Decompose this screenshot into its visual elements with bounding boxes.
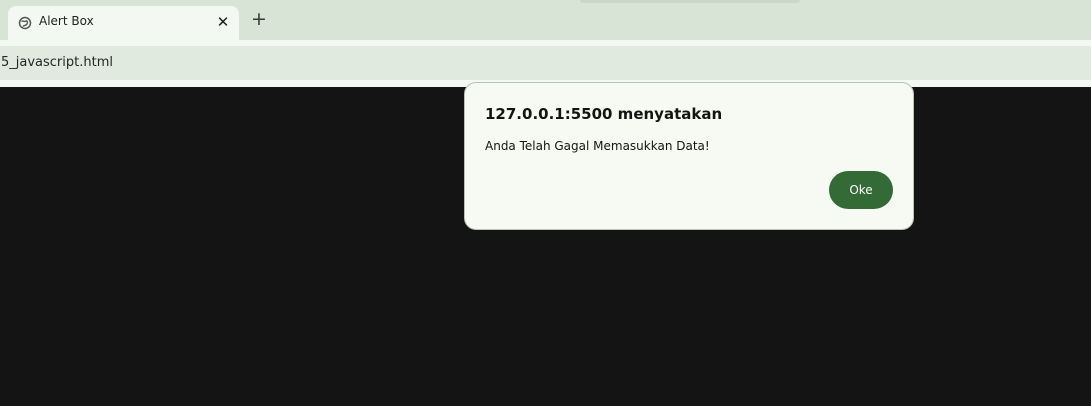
tab-search-hint bbox=[580, 0, 800, 3]
globe-icon bbox=[18, 15, 32, 30]
close-icon[interactable]: ✕ bbox=[213, 12, 233, 32]
dialog-message: Anda Telah Gagal Memasukkan Data! bbox=[485, 139, 710, 153]
alert-dialog: 127.0.0.1:5500 menyatakan Anda Telah Gag… bbox=[464, 82, 914, 230]
tab-strip: Alert Box ✕ + bbox=[0, 0, 1091, 40]
browser-toolbar: 5_javascript.html bbox=[0, 40, 1091, 87]
ok-button[interactable]: Oke bbox=[829, 171, 893, 209]
address-bar[interactable]: 5_javascript.html bbox=[0, 46, 1091, 80]
dialog-title: 127.0.0.1:5500 menyatakan bbox=[485, 105, 723, 123]
address-bar-url[interactable]: 5_javascript.html bbox=[1, 55, 113, 70]
tab-alert-box[interactable]: Alert Box ✕ bbox=[8, 6, 239, 40]
new-tab-button[interactable]: + bbox=[248, 9, 270, 31]
tab-title: Alert Box bbox=[39, 14, 94, 28]
